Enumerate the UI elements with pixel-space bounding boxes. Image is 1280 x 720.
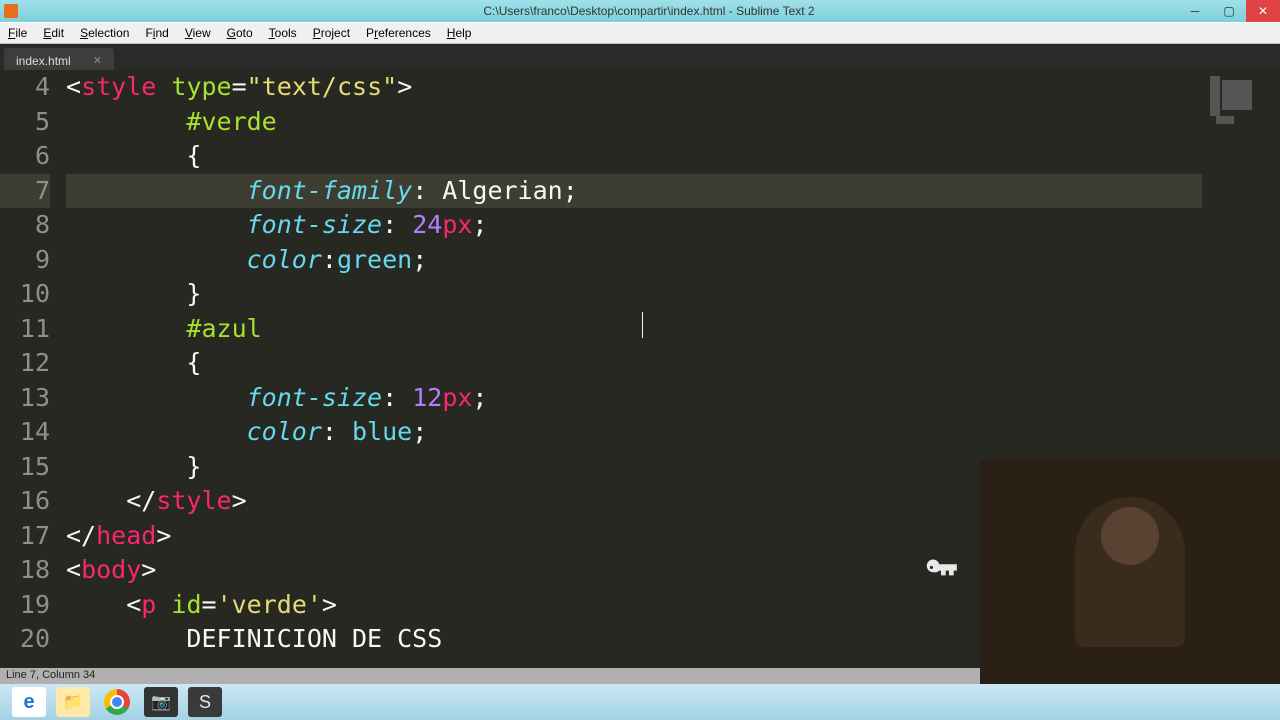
close-button[interactable]: ✕	[1246, 0, 1280, 22]
maximize-button[interactable]: ▢	[1212, 0, 1246, 22]
tab-index-html[interactable]: index.html ✕	[4, 48, 114, 70]
menu-file[interactable]: File	[0, 26, 35, 40]
menu-bar: File Edit Selection Find View Goto Tools…	[0, 22, 1280, 44]
menu-edit[interactable]: Edit	[35, 26, 72, 40]
window-title: C:\Users\franco\Desktop\compartir\index.…	[18, 4, 1280, 18]
tab-close-icon[interactable]: ✕	[93, 54, 102, 67]
webcam-overlay	[980, 460, 1280, 684]
title-bar: C:\Users\franco\Desktop\compartir\index.…	[0, 0, 1280, 22]
taskbar-sublime-icon[interactable]: S	[188, 687, 222, 717]
tab-bar: index.html ✕	[0, 44, 1280, 70]
key-icon	[922, 550, 960, 588]
person-silhouette	[1075, 497, 1185, 647]
taskbar-chrome-icon[interactable]	[100, 687, 134, 717]
app-icon	[4, 4, 18, 18]
taskbar: e 📁 📷 S	[0, 684, 1280, 720]
menu-view[interactable]: View	[177, 26, 219, 40]
menu-project[interactable]: Project	[305, 26, 358, 40]
menu-find[interactable]: Find	[137, 26, 176, 40]
menu-help[interactable]: Help	[439, 26, 480, 40]
tab-label: index.html	[16, 54, 71, 68]
taskbar-explorer-icon[interactable]: 📁	[56, 687, 90, 717]
taskbar-ie-icon[interactable]: e	[12, 687, 46, 717]
line-gutter: 4567891011121314151617181920	[0, 70, 62, 668]
minimize-button[interactable]: ─	[1178, 0, 1212, 22]
menu-preferences[interactable]: Preferences	[358, 26, 439, 40]
status-text: Line 7, Column 34	[6, 669, 95, 681]
taskbar-camera-icon[interactable]: 📷	[144, 687, 178, 717]
menu-goto[interactable]: Goto	[219, 26, 261, 40]
menu-selection[interactable]: Selection	[72, 26, 137, 40]
menu-tools[interactable]: Tools	[261, 26, 305, 40]
